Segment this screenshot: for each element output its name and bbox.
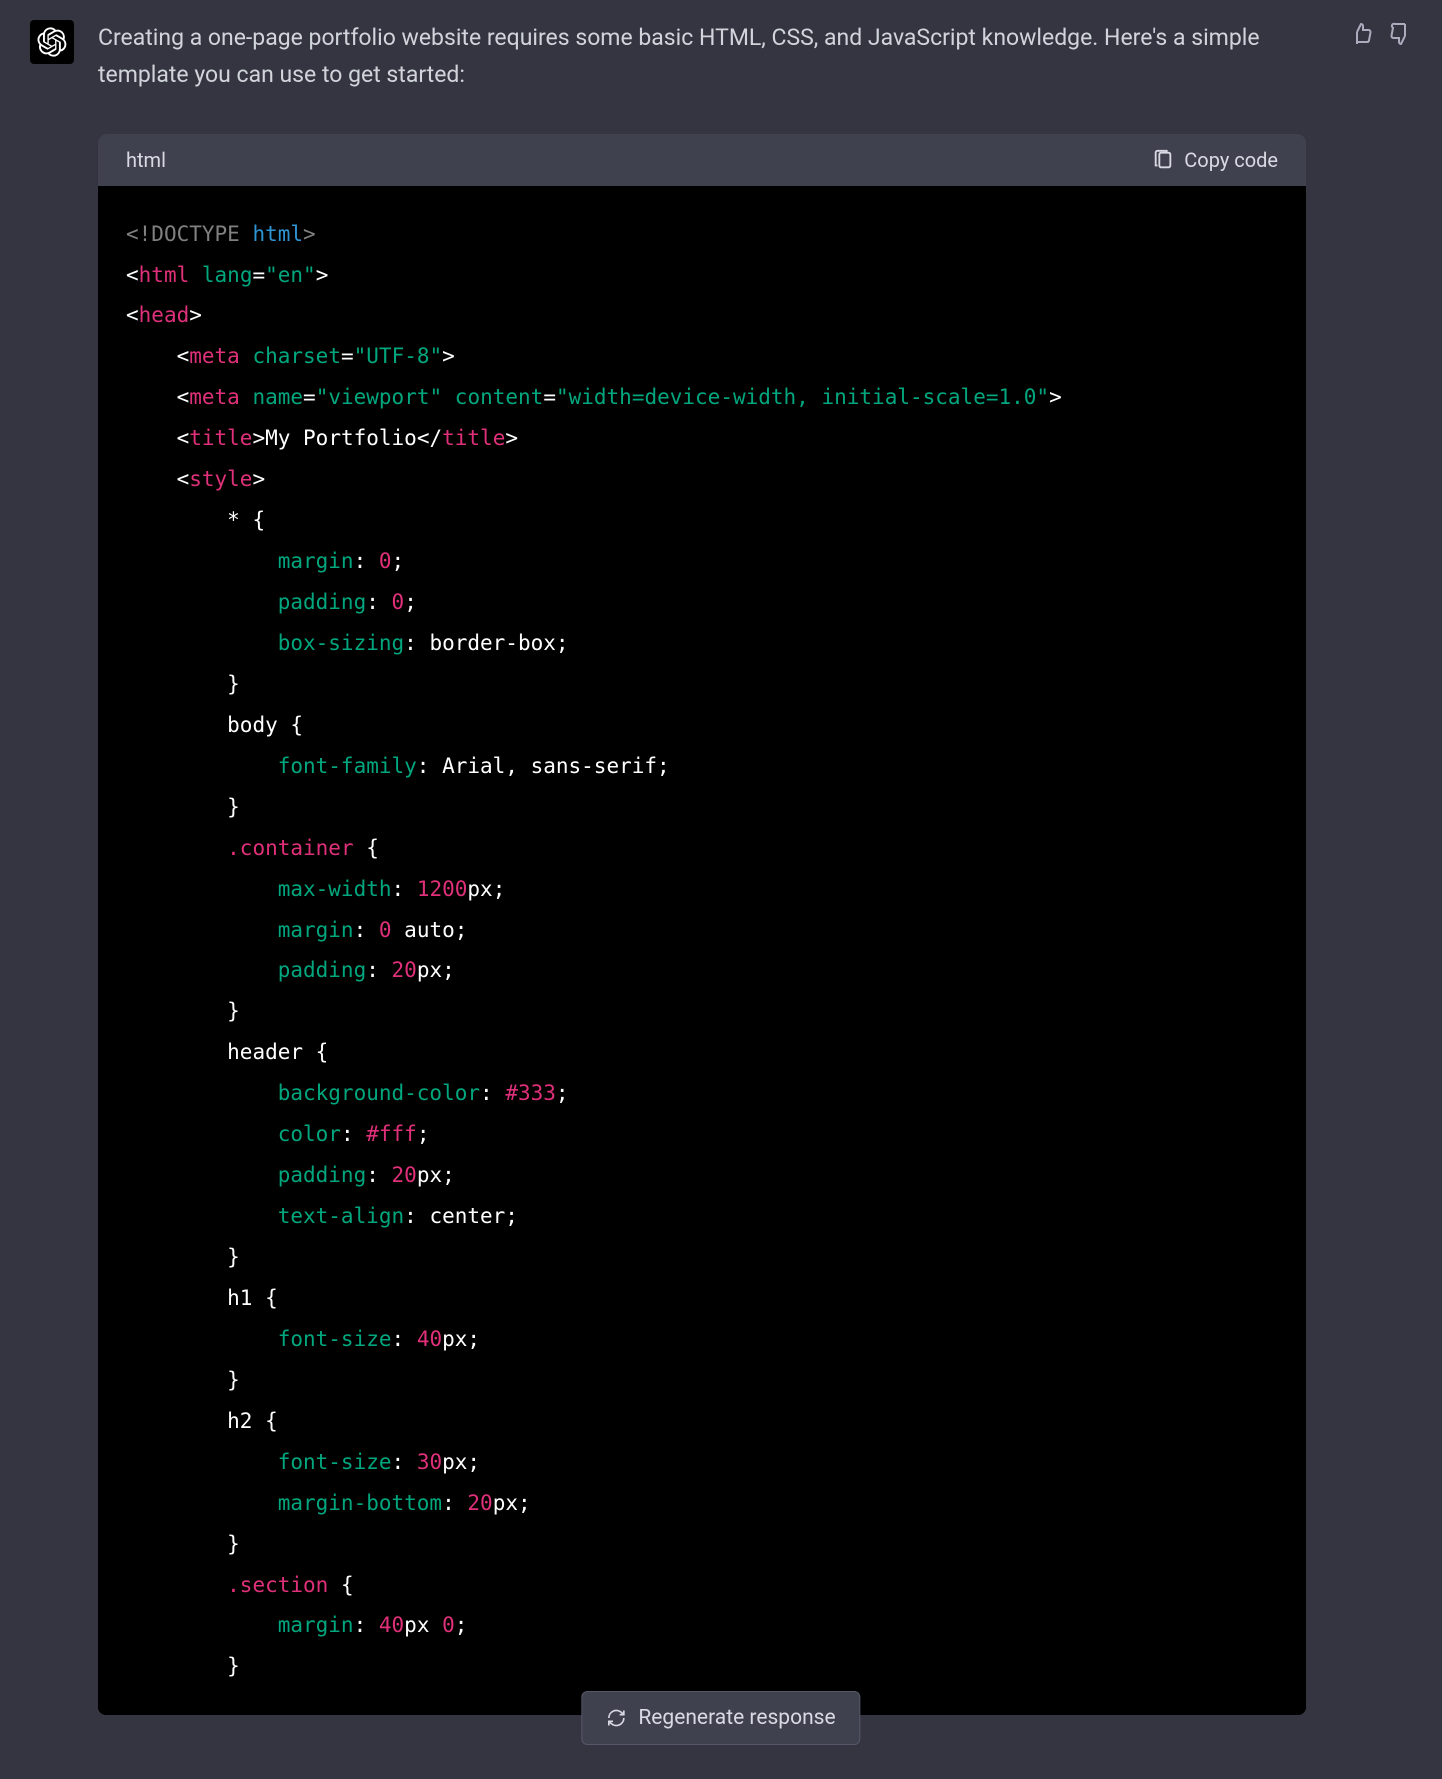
clipboard-icon bbox=[1152, 149, 1174, 171]
code-language-label: html bbox=[126, 148, 166, 172]
thumbs-down-icon[interactable] bbox=[1388, 22, 1412, 46]
code-block-header: html Copy code bbox=[98, 134, 1306, 186]
feedback-icons bbox=[1350, 20, 1412, 46]
assistant-avatar bbox=[30, 20, 74, 64]
copy-code-label: Copy code bbox=[1184, 148, 1278, 172]
regenerate-label: Regenerate response bbox=[638, 1706, 835, 1730]
intro-text: Creating a one-page portfolio website re… bbox=[98, 20, 1306, 94]
thumbs-up-icon[interactable] bbox=[1350, 22, 1374, 46]
code-content[interactable]: <!DOCTYPE html> <html lang="en"> <head> … bbox=[98, 186, 1306, 1716]
refresh-icon bbox=[606, 1708, 626, 1728]
message-content: Creating a one-page portfolio website re… bbox=[98, 20, 1306, 1715]
copy-code-button[interactable]: Copy code bbox=[1152, 148, 1278, 172]
assistant-message: Creating a one-page portfolio website re… bbox=[30, 20, 1412, 1715]
openai-logo-icon bbox=[37, 27, 67, 57]
regenerate-button[interactable]: Regenerate response bbox=[581, 1691, 860, 1745]
code-block: html Copy code <!DOCTYPE html> <html lan… bbox=[98, 134, 1306, 1716]
